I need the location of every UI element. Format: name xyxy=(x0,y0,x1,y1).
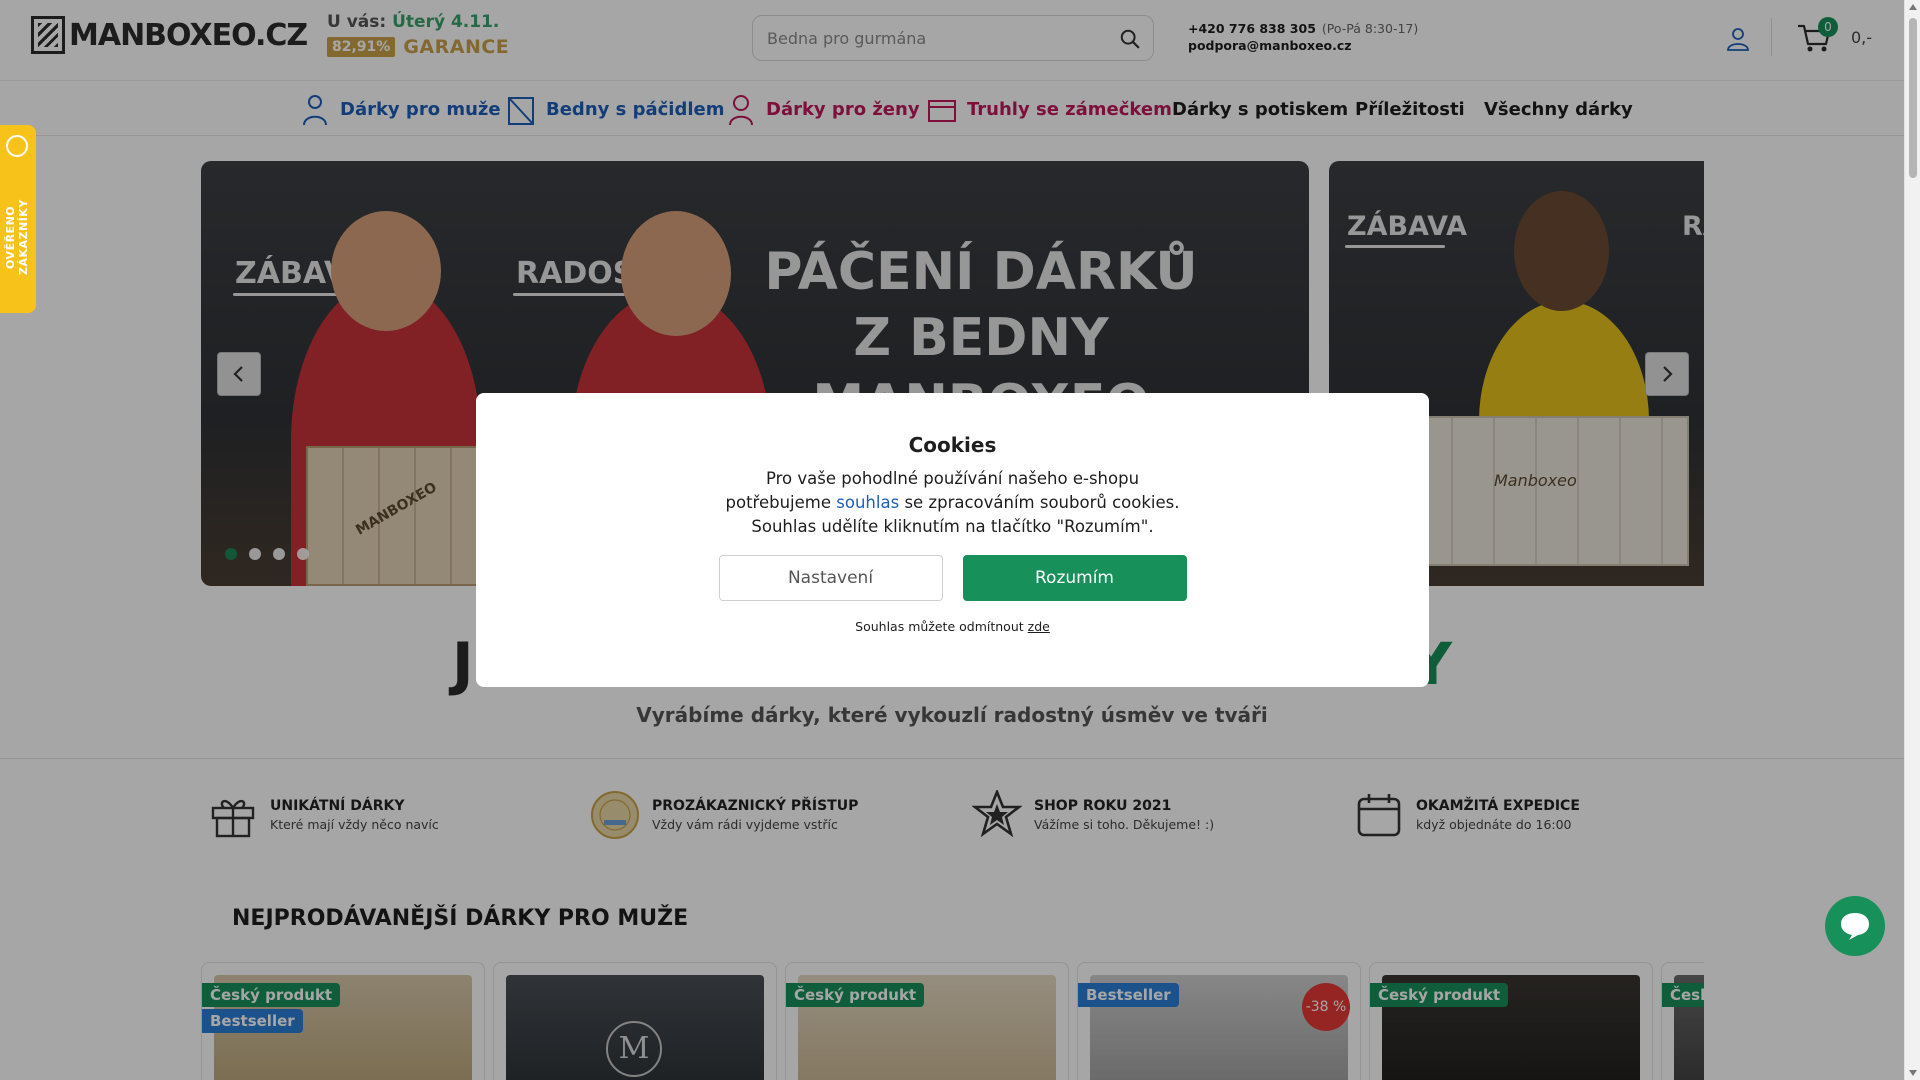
chat-button[interactable] xyxy=(1825,896,1885,956)
cookie-text-line: Pro vaše pohodlné používání našeho e-sho… xyxy=(765,469,1140,488)
cookie-text-fragment: potřebujeme xyxy=(725,493,832,512)
chat-bubble-icon xyxy=(1841,913,1869,940)
cookie-reject-note: Souhlas můžete odmítnout zde xyxy=(476,619,1429,634)
cookie-dialog-title: Cookies xyxy=(908,433,997,457)
reject-text: Souhlas můžete odmítnout xyxy=(855,619,1024,634)
cookie-accept-button[interactable]: Rozumím xyxy=(962,555,1187,601)
cookie-text-fragment: se zpracováním souborů cookies. xyxy=(904,493,1180,512)
reject-link[interactable]: zde xyxy=(1028,619,1050,634)
cookie-consent-dialog: Cookies Pro vaše pohodlné používání naše… xyxy=(476,393,1429,687)
verified-tab-label: OVĚŘENO ZÁKAZNÍKY xyxy=(4,199,30,275)
cookie-dialog-text: Pro vaše pohodlné používání našeho e-sho… xyxy=(476,467,1429,539)
page-scrollbar[interactable] xyxy=(1904,0,1920,1080)
scroll-down-icon[interactable] xyxy=(1909,1070,1917,1076)
verified-badge-icon xyxy=(6,135,28,157)
verified-by-customers-tab[interactable]: OVĚŘENO ZÁKAZNÍKY xyxy=(0,125,36,313)
cookie-settings-button[interactable]: Nastavení xyxy=(718,555,943,601)
scroll-thumb[interactable] xyxy=(1909,18,1917,178)
cookie-text-line: Souhlas udělíte kliknutím na tlačítko "R… xyxy=(751,517,1154,536)
consent-link[interactable]: souhlas xyxy=(836,493,899,512)
scroll-up-icon[interactable] xyxy=(1909,4,1917,10)
